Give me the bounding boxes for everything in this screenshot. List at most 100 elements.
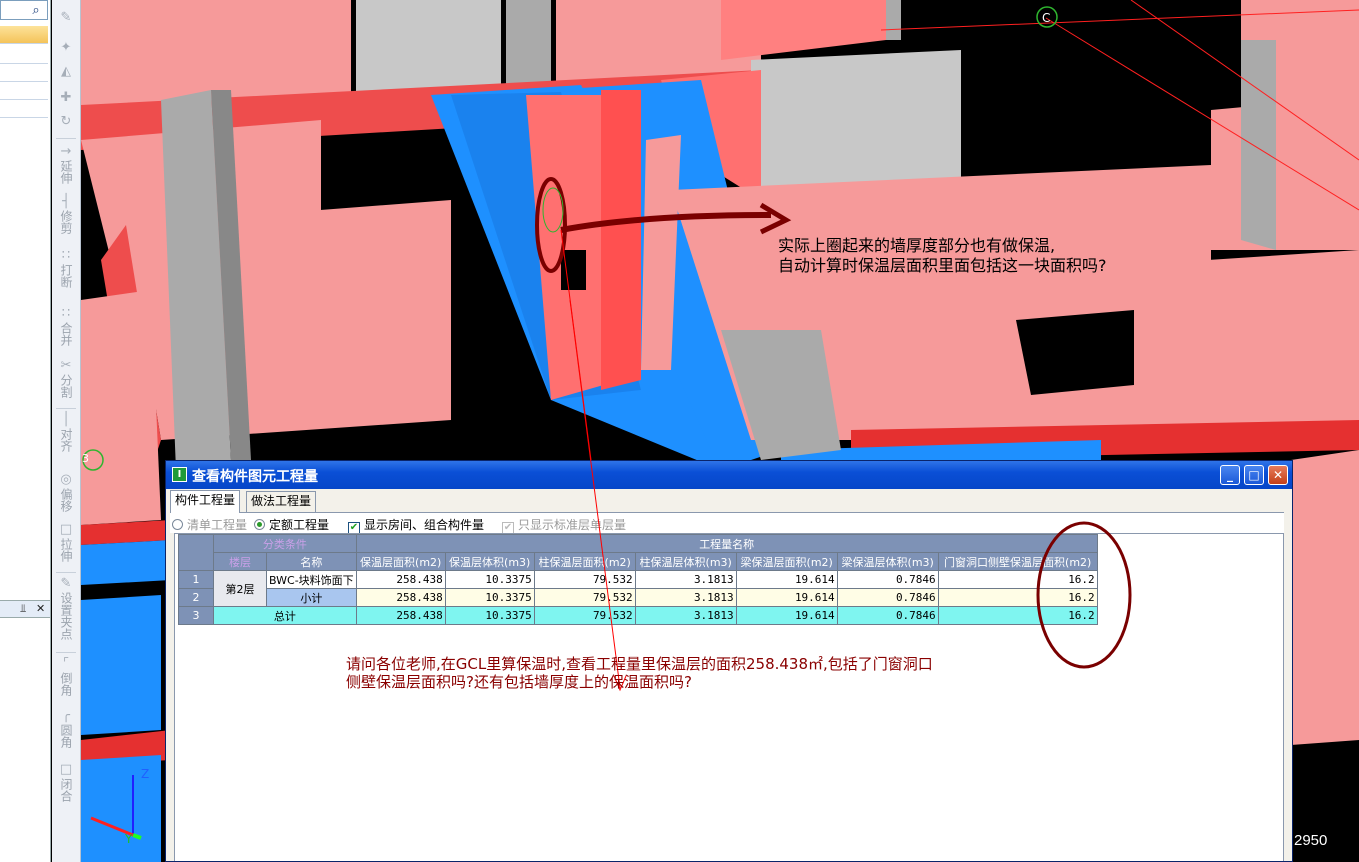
list-item[interactable] — [0, 46, 48, 64]
fillet-tool[interactable]: ╭ 圆角 — [52, 708, 80, 750]
value-cell: 0.7846 — [836, 570, 939, 589]
value-cell: 79.532 — [533, 570, 636, 589]
offset-icon: ◎ — [60, 472, 72, 487]
value-cell: 79.532 — [533, 606, 636, 625]
column-header[interactable]: 保温层体积(m3) — [444, 552, 535, 571]
mirror-icon: ◭ — [61, 64, 71, 79]
maximize-button[interactable]: □ — [1244, 465, 1264, 485]
quota-qty-radio[interactable]: 定额工程量 — [254, 516, 329, 533]
move-tool[interactable]: ✚ — [52, 91, 80, 106]
setpoint-label: 设置夹点 — [59, 592, 73, 640]
group-header-category: 分类条件 — [213, 534, 357, 553]
annotation-line: 侧壁保温层面积吗?还有包括墙厚度上的保温面积吗? — [346, 673, 692, 691]
split-tool[interactable]: ✂ 分割 — [52, 359, 80, 400]
column-header[interactable]: 保温层面积(m2) — [355, 552, 446, 571]
setpoint-icon: ✎ — [60, 576, 72, 591]
minimize-button[interactable]: _ — [1220, 465, 1240, 485]
options-bar: 清单工程量 定额工程量 ✔ 显示房间、组合构件量 ✔ 只显示标准层单层量 — [170, 512, 1284, 534]
quota-qty-label: 定额工程量 — [269, 518, 330, 532]
table-row[interactable]: 1 第2层 BWC-块料饰面下 258.438 10.3375 79.532 3… — [178, 570, 1098, 607]
column-header[interactable]: 柱保温层体积(m3) — [634, 552, 737, 571]
total-cell: 总计 — [213, 606, 357, 625]
dialog-titlebar[interactable]: I 查看构件图元工程量 _ □ ✕ — [166, 461, 1292, 489]
close-icon[interactable]: ✕ — [36, 602, 45, 615]
value-cell: 258.438 — [355, 588, 446, 607]
coordinate-readout: 2950 — [1294, 832, 1328, 849]
std-floor-checkbox: ✔ 只显示标准层单层量 — [502, 516, 626, 534]
list-item[interactable] — [0, 82, 48, 100]
split-label: 分割 — [59, 374, 73, 398]
radio-icon — [172, 519, 183, 530]
show-rooms-label: 显示房间、组合构件量 — [364, 518, 485, 532]
break-label: 打断 — [59, 264, 73, 288]
list-qty-radio[interactable]: 清单工程量 — [172, 516, 247, 533]
radio-checked-icon — [254, 519, 265, 530]
value-cell: 0.7846 — [836, 588, 939, 607]
annotation-text-2: 请问各位老师,在GCL里算保温时,查看工程量里保温层的面积258.438㎡,包括… — [346, 655, 933, 691]
column-header[interactable]: 名称 — [266, 552, 357, 571]
merge-tool[interactable]: ∷ 合并 — [52, 306, 80, 348]
value-cell: 10.3375 — [444, 570, 535, 589]
fillet-icon: ╭ — [62, 708, 70, 723]
stretch-label: 拉伸 — [59, 538, 73, 562]
annotation-line: 实际上圈起来的墙厚度部分也有做保温, — [778, 236, 1056, 255]
table-row[interactable]: 3 总计 258.438 10.3375 79.532 3.1813 19.61… — [178, 606, 1098, 625]
app-icon: I — [172, 467, 187, 482]
value-cell: 258.438 — [355, 570, 446, 589]
brush-icon: ✎ — [60, 10, 72, 25]
align-tool[interactable]: │ 对齐 — [52, 413, 80, 454]
value-cell: 16.2 — [937, 588, 1098, 607]
close-button[interactable]: ✕ — [1268, 465, 1288, 485]
side-label: 3 — [82, 452, 89, 465]
row-number: 3 — [178, 606, 214, 625]
value-cell: 10.3375 — [444, 588, 535, 607]
tab-method-qty[interactable]: 做法工程量 — [246, 491, 317, 512]
mirror-tool[interactable]: ◭ — [52, 64, 80, 80]
show-rooms-checkbox[interactable]: ✔ 显示房间、组合构件量 — [348, 516, 484, 534]
value-cell: 0.7846 — [836, 606, 939, 625]
merge-icon: ∷ — [61, 306, 71, 321]
offset-tool[interactable]: ◎ 偏移 — [52, 472, 80, 514]
group-header-qty: 工程量名称 — [355, 534, 1098, 553]
offset-label: 偏移 — [59, 488, 73, 512]
copy-tool[interactable]: ✦ — [52, 41, 80, 56]
stretch-tool[interactable]: □ 拉伸 — [52, 522, 80, 564]
column-header[interactable]: 门窗洞口侧壁保温层面积(m2) — [937, 552, 1098, 571]
trim-tool[interactable]: ┤ 修剪 — [52, 194, 80, 236]
value-cell: 3.1813 — [634, 588, 737, 607]
extend-label: 延伸 — [59, 160, 73, 184]
list-item[interactable] — [0, 100, 48, 118]
list-item[interactable] — [0, 26, 48, 44]
extend-tool[interactable]: → 延伸 — [52, 145, 80, 186]
subtotal-cell: 小计 — [266, 588, 357, 607]
stretch-icon: □ — [59, 522, 73, 537]
table-row[interactable]: 2 小计 258.438 10.3375 79.532 3.1813 19.61… — [178, 588, 1098, 607]
annotation-text-1: 实际上圈起来的墙厚度部分也有做保温, 自动计算时保温层面积里面包括这一块面积吗? — [778, 236, 1107, 276]
column-header[interactable]: 楼层 — [213, 552, 267, 571]
close-shape-tool[interactable]: □ 闭合 — [52, 762, 80, 804]
column-header[interactable]: 柱保温层面积(m2) — [533, 552, 636, 571]
rotate-tool[interactable]: ↻ — [52, 115, 80, 130]
column-header[interactable]: 梁保温层体积(m3) — [836, 552, 939, 571]
break-tool[interactable]: ∷ 打断 — [52, 249, 80, 290]
value-cell: 258.438 — [355, 606, 446, 625]
setpoint-tool[interactable]: ✎ 设置夹点 — [52, 576, 80, 642]
close-shape-icon: □ — [59, 762, 73, 777]
pin-icon[interactable]: ⫫ — [20, 602, 26, 616]
trim-icon: ┤ — [62, 194, 70, 209]
value-cell: 3.1813 — [634, 606, 737, 625]
list-item[interactable] — [0, 64, 48, 82]
quantity-table: 分类条件 工程量名称 楼层 名称 保温层面积(m2) 保温层体积(m3) 柱保温… — [178, 534, 1098, 625]
dialog-title: 查看构件图元工程量 — [192, 469, 318, 485]
brush-tool[interactable]: ✎ — [52, 10, 80, 26]
annotation-line: 自动计算时保温层面积里面包括这一块面积吗? — [778, 256, 1107, 275]
list-qty-label: 清单工程量 — [187, 518, 248, 532]
merge-label: 合并 — [59, 322, 73, 346]
column-header[interactable]: 梁保温层面积(m2) — [735, 552, 838, 571]
search-icon[interactable]: ⌕ — [27, 2, 45, 20]
search-input[interactable]: ⌕ — [0, 0, 48, 20]
value-cell: 3.1813 — [634, 570, 737, 589]
chamfer-tool[interactable]: ⌜ 倒角 — [52, 657, 80, 698]
tab-component-qty[interactable]: 构件工程量 — [170, 490, 241, 513]
axis-y-label: Y — [124, 832, 133, 846]
